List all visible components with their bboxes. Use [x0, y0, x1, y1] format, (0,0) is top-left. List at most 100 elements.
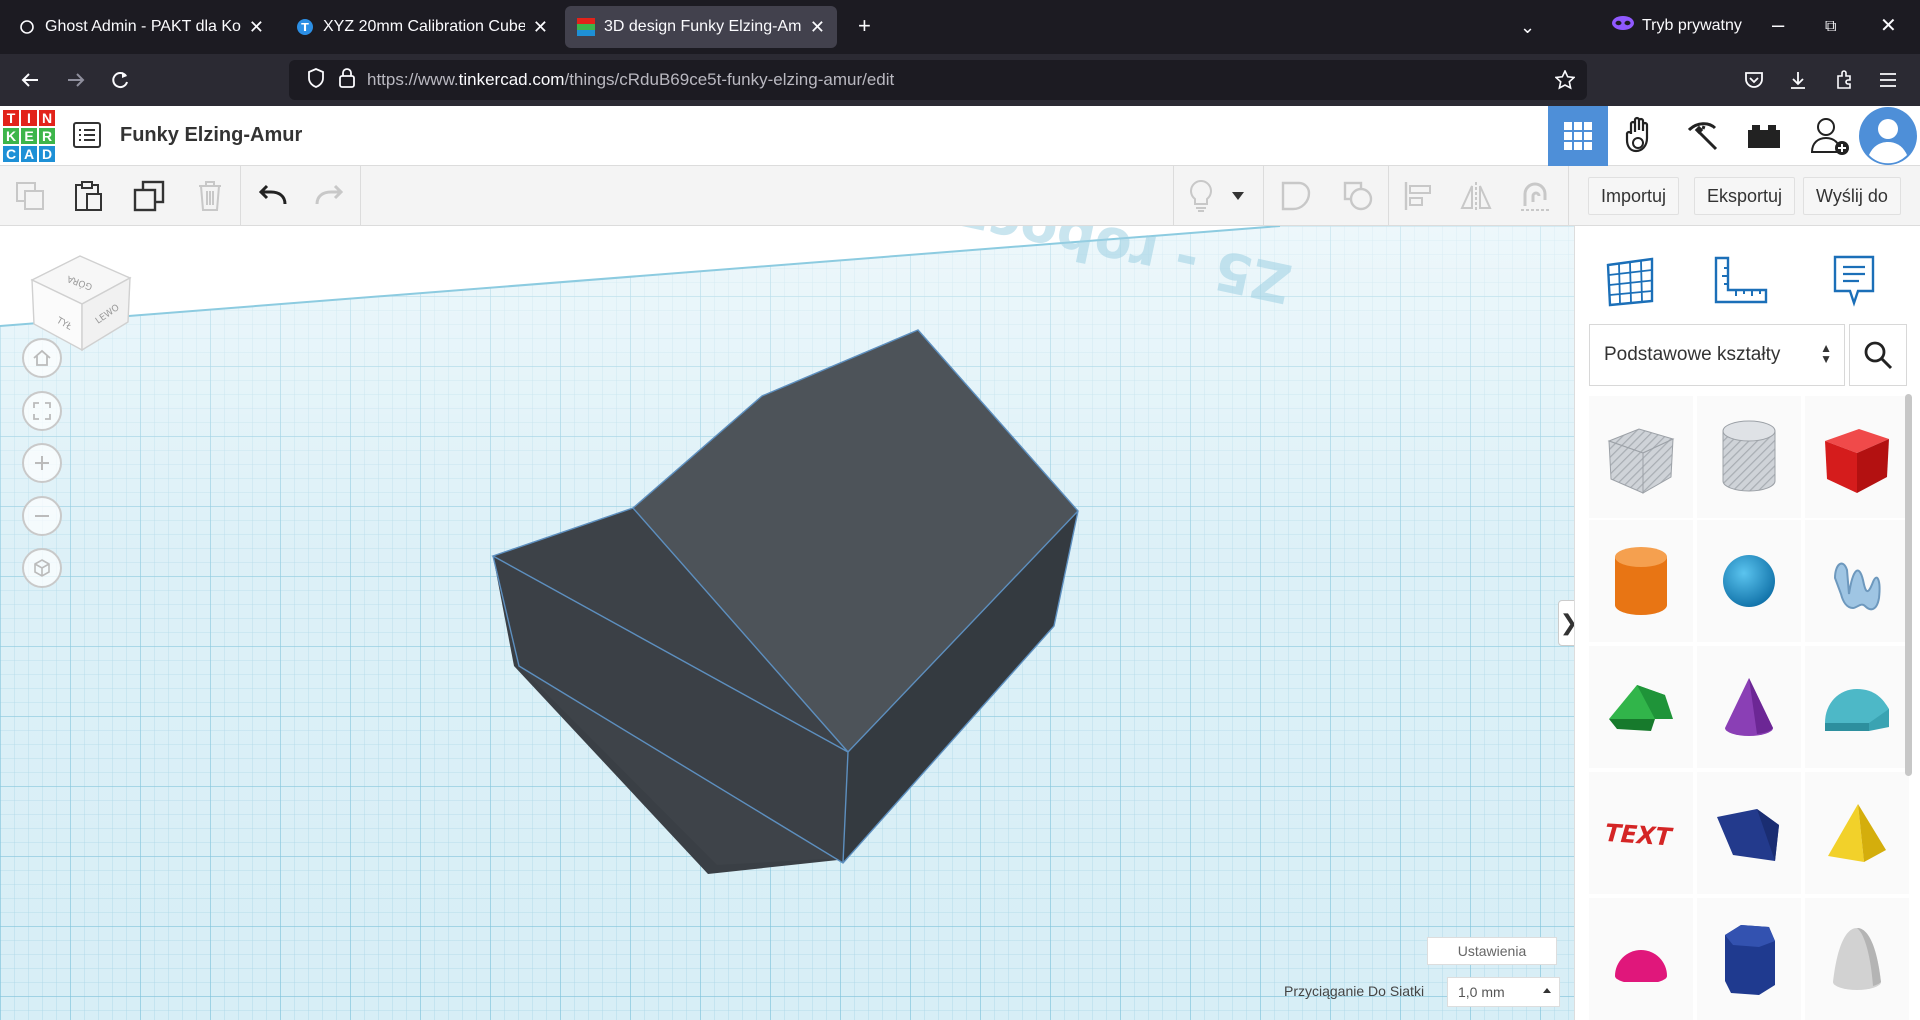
updown-chevron-icon: ▲ ▼: [1820, 341, 1832, 366]
tab-title: 3D design Funky Elzing-Amur -: [604, 18, 802, 35]
workplane-canvas[interactable]: Z5 - robocza: [0, 226, 1574, 1020]
group-icon[interactable]: [1278, 178, 1314, 214]
delete-trash-icon[interactable]: [192, 178, 228, 214]
snap-grid-select[interactable]: 1,0 mm: [1447, 977, 1560, 1007]
chevron-down-icon[interactable]: [1228, 178, 1248, 214]
3d-view-grid-button[interactable]: [1548, 106, 1608, 166]
shape-cylinder-hole[interactable]: [1697, 396, 1801, 518]
undo-icon[interactable]: [254, 178, 290, 214]
caret-up-icon: [1543, 988, 1551, 993]
shield-icon[interactable]: [307, 67, 325, 93]
align-icon[interactable]: [1400, 178, 1436, 214]
shape-polygon[interactable]: [1697, 898, 1801, 1020]
new-tab-icon[interactable]: +: [858, 15, 871, 37]
notes-icon[interactable]: [1809, 236, 1899, 326]
workplane-viewport[interactable]: Z5 - robocza GÓRA TYŁ LEWO Ustawienia Pr…: [0, 226, 1574, 1020]
bricks-icon[interactable]: [1734, 106, 1794, 166]
close-tab-icon[interactable]: ✕: [810, 17, 825, 38]
back-icon[interactable]: [16, 66, 44, 94]
shape-scribble[interactable]: [1805, 520, 1909, 642]
shape-cone[interactable]: [1697, 646, 1801, 768]
edit-toolbar: Importuj Eksportuj Wyślij do: [0, 166, 1920, 226]
copy-icon[interactable]: [12, 178, 48, 214]
home-view-icon[interactable]: [22, 338, 62, 378]
shapes-panel: Podstawowe kształty ▲ ▼ TEXT: [1574, 226, 1920, 1020]
import-button[interactable]: Importuj: [1588, 177, 1680, 215]
design-title[interactable]: Funky Elzing-Amur: [120, 124, 302, 147]
shape-box-hole[interactable]: [1589, 396, 1693, 518]
thingiverse-icon: T: [296, 18, 314, 36]
tab-ghost-admin[interactable]: Ghost Admin - PAKT dla Kobiet ✕: [6, 6, 276, 48]
add-user-icon[interactable]: [1800, 106, 1860, 166]
lightbulb-icon[interactable]: [1183, 178, 1219, 214]
minimize-icon[interactable]: –: [1772, 14, 1784, 36]
tinkercad-logo[interactable]: T I N K E R C A D: [2, 109, 56, 163]
zoom-out-icon[interactable]: [22, 496, 62, 536]
shape-box[interactable]: [1805, 396, 1909, 518]
ruler-icon[interactable]: [1695, 236, 1785, 326]
close-tab-icon[interactable]: ✕: [533, 17, 548, 38]
fit-view-icon[interactable]: [22, 391, 62, 431]
tab-calibration-cube[interactable]: T XYZ 20mm Calibration Cube by ✕: [284, 6, 560, 48]
tab-title: Ghost Admin - PAKT dla Kobiet: [45, 18, 241, 35]
shape-pyramid[interactable]: [1805, 772, 1909, 894]
ghost-icon: [18, 18, 36, 36]
browser-tab-bar: Ghost Admin - PAKT dla Kobiet ✕ T XYZ 20…: [0, 0, 1920, 54]
bookmark-star-icon[interactable]: [1554, 69, 1576, 95]
close-window-icon[interactable]: ✕: [1880, 15, 1897, 37]
design-list-icon[interactable]: [73, 122, 101, 153]
shape-round-roof[interactable]: [1805, 646, 1909, 768]
toolbar-divider: [1388, 166, 1389, 226]
svg-text:TEXT: TEXT: [1605, 818, 1676, 851]
send-to-button[interactable]: Wyślij do: [1803, 177, 1901, 215]
logo-letter: T: [2, 109, 20, 127]
shapes-scrollbar[interactable]: [1905, 394, 1912, 776]
shape-paraboloid[interactable]: [1805, 898, 1909, 1020]
extensions-icon[interactable]: [1830, 66, 1858, 94]
workplane-grid-icon[interactable]: [1585, 236, 1675, 326]
downloads-icon[interactable]: [1784, 66, 1812, 94]
tab-tinkercad-design[interactable]: 3D design Funky Elzing-Amur - ✕: [565, 6, 837, 48]
svg-text:T: T: [301, 21, 309, 34]
paste-icon[interactable]: [70, 178, 106, 214]
forward-icon[interactable]: [62, 66, 90, 94]
shape-cylinder[interactable]: [1589, 520, 1693, 642]
snap-grid-value: 1,0 mm: [1458, 984, 1505, 1000]
url-text[interactable]: https://www.tinkercad.com/things/cRduB69…: [367, 70, 894, 90]
shape-text[interactable]: TEXT: [1589, 772, 1693, 894]
menu-hamburger-icon[interactable]: [1874, 66, 1902, 94]
export-button[interactable]: Eksportuj: [1694, 177, 1796, 215]
lock-icon[interactable]: [339, 67, 355, 93]
shape-wedge[interactable]: [1697, 772, 1801, 894]
logo-letter: R: [38, 127, 56, 145]
toolbar-divider: [240, 166, 241, 226]
shape-category-select[interactable]: Podstawowe kształty ▲ ▼: [1589, 324, 1845, 386]
logo-letter: E: [20, 127, 38, 145]
tinkercad-header: T I N K E R C A D Funky Elzing-Amur: [0, 106, 1920, 166]
restore-icon[interactable]: ⧉: [1825, 16, 1836, 38]
user-avatar[interactable]: [1858, 106, 1918, 166]
search-icon: [1864, 341, 1893, 370]
shape-half-sphere[interactable]: [1589, 898, 1693, 1020]
search-button[interactable]: [1849, 324, 1907, 386]
shape-sphere[interactable]: [1697, 520, 1801, 642]
pocket-icon[interactable]: [1740, 66, 1768, 94]
ungroup-icon[interactable]: [1340, 178, 1376, 214]
perspective-cube-icon[interactable]: [22, 548, 62, 588]
duplicate-icon[interactable]: [131, 178, 167, 214]
snap-grid-label: Przyciąganie Do Siatki: [1284, 983, 1425, 999]
cruise-magnet-icon[interactable]: [1518, 178, 1554, 214]
codeblocks-hand-icon[interactable]: [1610, 106, 1670, 166]
shape-roof[interactable]: [1589, 646, 1693, 768]
reload-icon[interactable]: [106, 66, 134, 94]
list-tabs-chevron-icon[interactable]: ⌄: [1520, 16, 1535, 38]
logo-letter: D: [38, 145, 56, 163]
settings-button[interactable]: Ustawienia: [1427, 937, 1557, 965]
zoom-in-icon[interactable]: [22, 443, 62, 483]
mirror-icon[interactable]: [1458, 178, 1494, 214]
close-tab-icon[interactable]: ✕: [249, 17, 264, 38]
tinkercad-icon: [577, 18, 595, 36]
redo-icon[interactable]: [312, 178, 348, 214]
pickaxe-icon[interactable]: [1672, 106, 1732, 166]
url-bar[interactable]: https://www.tinkercad.com/things/cRduB69…: [289, 60, 1587, 100]
